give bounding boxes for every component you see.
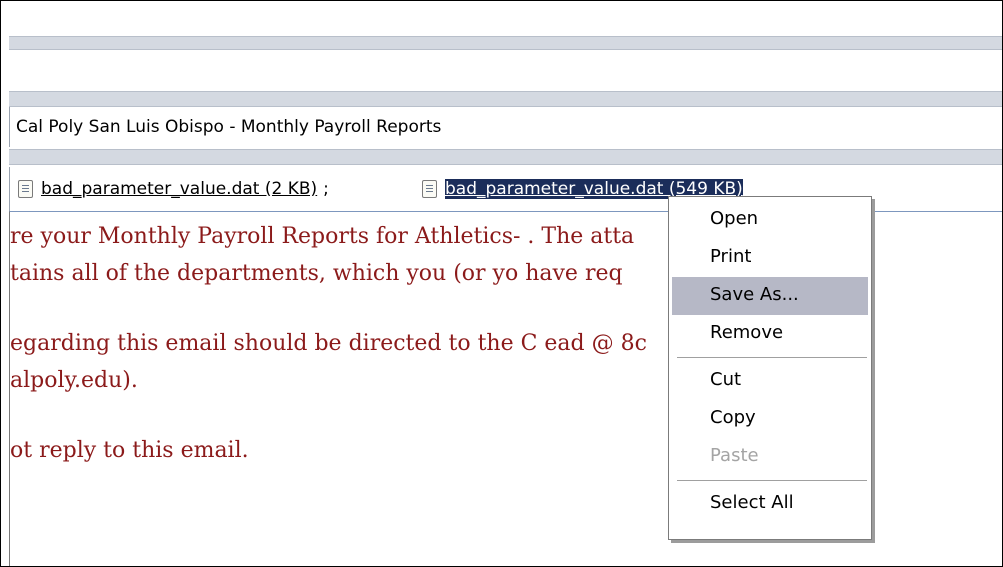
subject-row: Cal Poly San Luis Obispo - Monthly Payro… — [9, 107, 1002, 147]
file-icon — [422, 180, 437, 198]
body-line: alpoly.edu). — [10, 368, 138, 393]
menu-separator — [677, 357, 867, 358]
menu-separator — [677, 480, 867, 481]
attachments-band — [9, 149, 1002, 165]
body-line: egarding this email should be directed t… — [10, 331, 647, 356]
attachment-context-menu: Open Print Save As... Remove Cut Copy Pa… — [668, 196, 872, 540]
body-line: ot reply to this email. — [10, 438, 249, 463]
menu-item-cut[interactable]: Cut — [672, 362, 868, 400]
toolbar-band — [9, 36, 1002, 50]
body-line: tains all of the departments, which you … — [10, 261, 623, 286]
attachment-separator: ; — [323, 179, 329, 199]
menu-item-copy[interactable]: Copy — [672, 400, 868, 438]
menu-item-print[interactable]: Print — [672, 239, 868, 277]
attachment-link[interactable]: bad_parameter_value.dat (2 KB) — [41, 179, 317, 199]
attachment-1[interactable]: bad_parameter_value.dat (2 KB) ; — [18, 179, 329, 199]
menu-item-select-all[interactable]: Select All — [672, 485, 868, 523]
header-band — [9, 91, 1002, 107]
menu-item-paste: Paste — [710, 445, 759, 466]
body-line: re your Monthly Payroll Reports for Athl… — [10, 224, 635, 249]
file-icon — [18, 180, 33, 198]
menu-item-remove[interactable]: Remove — [672, 315, 868, 353]
menu-item-save-as[interactable]: Save As... — [672, 277, 868, 315]
menu-item-open[interactable]: Open — [672, 201, 868, 239]
email-subject: Cal Poly San Luis Obispo - Monthly Payro… — [16, 117, 442, 137]
